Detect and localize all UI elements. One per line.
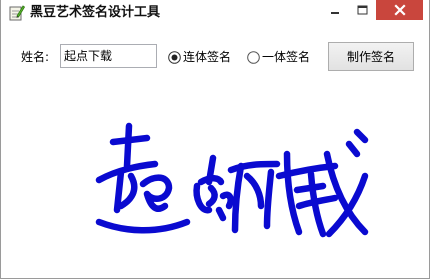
make-signature-button[interactable]: 制作签名 bbox=[328, 42, 414, 71]
radio-yiti-label: 一体签名 bbox=[262, 50, 311, 64]
minimize-button[interactable] bbox=[322, 0, 348, 20]
radio-selected-icon bbox=[168, 50, 181, 64]
radio-unselected-icon bbox=[247, 50, 260, 64]
maximize-button[interactable] bbox=[349, 0, 375, 20]
signature-image bbox=[95, 122, 369, 238]
radio-lianti-label: 连体签名 bbox=[183, 50, 232, 64]
pencil-notepad-icon bbox=[9, 5, 25, 21]
window-title: 黑豆艺术签名设计工具 bbox=[30, 5, 161, 20]
radio-yiti[interactable]: 一体签名 bbox=[247, 49, 310, 65]
maximize-icon bbox=[357, 5, 367, 15]
name-label: 姓名: bbox=[21, 50, 50, 64]
title-bar[interactable]: 黑豆艺术签名设计工具 bbox=[1, 0, 429, 26]
close-icon bbox=[393, 4, 406, 16]
radio-lianti[interactable]: 连体签名 bbox=[168, 49, 231, 65]
name-input[interactable]: 起点下载 bbox=[60, 44, 157, 68]
minimize-icon bbox=[331, 12, 339, 14]
app-window: 黑豆艺术签名设计工具 姓名: 起点下载 连体签名 一体签名 制作签名 bbox=[0, 0, 430, 279]
close-button[interactable] bbox=[376, 0, 423, 20]
main-panel: 姓名: 起点下载 连体签名 一体签名 制作签名 bbox=[1, 26, 429, 278]
